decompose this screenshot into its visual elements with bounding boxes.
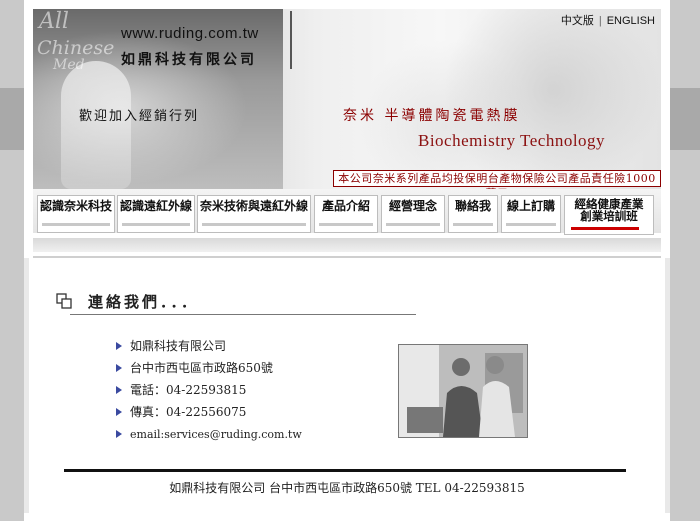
nav-label: 產品介紹 — [321, 199, 370, 213]
overlap-squares-icon — [56, 293, 72, 309]
language-switcher: 中文版 | ENGLISH — [561, 12, 655, 28]
content-left-border — [24, 258, 29, 513]
footer-text: 如鼎科技有限公司 台中市西屯區市政路650號 TEL 04-22593815 — [169, 481, 525, 495]
nav-label: 聯絡我 — [454, 199, 491, 213]
nav-label: 認識遠紅外線 — [119, 199, 192, 213]
contact-email-item: email:services@ruding.com.tw — [116, 424, 302, 446]
contact-address: 台中市西屯區市政路650號 — [116, 358, 302, 380]
nav-item-far-infrared[interactable]: 認識遠紅外線 — [117, 195, 195, 233]
nav-item-nano-tech[interactable]: 認識奈米科技 — [37, 195, 115, 233]
lang-zh-link[interactable]: 中文版 — [561, 15, 594, 27]
contact-fax: 傳真：04-22556075 — [116, 402, 302, 424]
site-url: www.ruding.com.tw — [121, 25, 259, 42]
contact-title-underline — [70, 314, 416, 315]
nav-item-training-class[interactable]: 經絡健康產業 創業培訓班 — [564, 195, 654, 235]
content-top-divider — [33, 256, 661, 258]
insurance-notice: 本公司奈米系列產品均投保明台產物保險公司產品責任險1000萬元 — [333, 170, 661, 189]
nav-separator-bar — [33, 238, 661, 252]
nav-label: 經營理念 — [388, 199, 437, 213]
company-name: 如鼎科技有限公司 — [121, 52, 257, 68]
contact-title: 連絡我們．．． — [88, 293, 200, 311]
office-photo — [398, 344, 528, 438]
nav-item-nano-and-infrared[interactable]: 奈米技術與遠紅外線 — [197, 195, 311, 233]
contact-info-list: 如鼎科技有限公司 台中市西屯區市政路650號 電話：04-22593815 傳真… — [116, 336, 302, 446]
welcome-link[interactable]: 歡迎加入經銷行列 — [79, 105, 199, 124]
acupuncture-figure-image — [61, 61, 131, 189]
main-nav: 認識奈米科技 認識遠紅外線 奈米技術與遠紅外線 產品介紹 經營理念 聯絡我 線上… — [33, 189, 661, 235]
header-right-artwork — [301, 9, 661, 189]
lang-en-link[interactable]: ENGLISH — [607, 15, 655, 27]
nav-label: 奈米技術與遠紅外線 — [199, 199, 308, 213]
decorative-word: All — [39, 9, 69, 34]
contact-company: 如鼎科技有限公司 — [116, 336, 302, 358]
nav-item-contact[interactable]: 聯絡我 — [448, 195, 498, 233]
nav-label: 線上訂購 — [506, 199, 555, 213]
content-right-border — [665, 258, 670, 513]
slogan-english: Biochemistry Technology — [418, 131, 606, 150]
nav-label-line2: 創業培訓班 — [580, 209, 638, 223]
decorative-word: Chinese — [37, 37, 115, 59]
email-link[interactable]: email:services@ruding.com.tw — [130, 428, 302, 441]
header-divider — [290, 11, 292, 69]
footer-divider — [64, 469, 626, 472]
office-people-illustration — [399, 345, 527, 437]
header-banner: All Chinese Med www.ruding.com.tw 如鼎科技有限… — [33, 9, 661, 189]
nav-item-products[interactable]: 產品介紹 — [314, 195, 378, 233]
page-container: All Chinese Med www.ruding.com.tw 如鼎科技有限… — [24, 0, 670, 521]
contact-phone: 電話：04-22593815 — [116, 380, 302, 402]
nav-item-philosophy[interactable]: 經營理念 — [381, 195, 445, 233]
lang-separator: | — [598, 15, 602, 27]
slogan-chinese: 奈米 半導體陶瓷電熱膜 — [343, 108, 521, 124]
nav-item-order-online[interactable]: 線上訂購 — [501, 195, 561, 233]
nav-label: 認識奈米科技 — [39, 199, 112, 213]
